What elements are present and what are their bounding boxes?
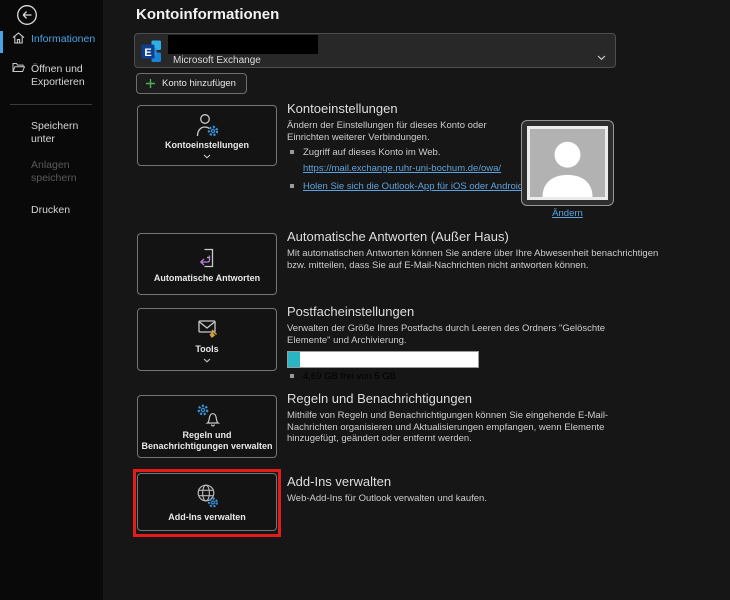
add-account-label: Konto hinzufügen <box>162 78 236 89</box>
storage-used-fill <box>288 352 300 367</box>
tile-label: Automatische Antworten <box>154 273 260 284</box>
page-title: Kontoinformationen <box>136 6 279 23</box>
profile-photo <box>521 120 614 206</box>
kontoeinstellungen-description: Kontoeinstellungen Ändern der Einstellun… <box>287 101 527 192</box>
regeln-description: Regeln und Benachrichtigungen Mithilfe v… <box>287 391 639 445</box>
sidebar-item-label: Anlagen speichern <box>31 159 93 184</box>
backstage-sidebar: Informationen Öffnen und Exportieren Spe… <box>0 0 103 600</box>
chevron-down-icon <box>597 48 606 66</box>
red-highlight-box: Add-Ins verwalten <box>133 469 281 537</box>
section-heading: Kontoeinstellungen <box>287 101 527 117</box>
sidebar-divider <box>10 104 92 105</box>
section-body: Web-Add-Ins für Outlook verwalten und ka… <box>287 493 639 505</box>
tile-label: Regeln und Benachrichtigungen verwalten <box>141 430 272 452</box>
change-photo-link[interactable]: Ändern <box>521 208 614 219</box>
tile-label: Tools <box>195 344 218 355</box>
gear-bell-icon <box>193 402 221 428</box>
storage-free-label: 4,69 GB frei von 5 GB <box>303 371 396 382</box>
section-heading: Postfacheinstellungen <box>287 304 639 320</box>
sidebar-item-informationen[interactable]: Informationen <box>0 33 93 48</box>
bullet-text: Zugriff auf dieses Konto im Web. <box>303 147 440 158</box>
svg-text:E: E <box>144 47 151 59</box>
owa-link[interactable]: https://mail.exchange.ruhr-uni-bochum.de… <box>303 163 527 174</box>
section-body: Mithilfe von Regeln und Benachrichtigung… <box>287 410 639 445</box>
sidebar-item-drucken[interactable]: Drucken <box>0 204 93 217</box>
sidebar-item-anlagen-speichern: Anlagen speichern <box>0 159 93 184</box>
home-icon <box>12 32 25 48</box>
add-ins-verwalten-button[interactable]: Add-Ins verwalten <box>137 473 277 531</box>
tools-button[interactable]: Tools <box>137 308 277 371</box>
section-heading: Automatische Antworten (Außer Haus) <box>287 229 675 245</box>
section-body: Ändern der Einstellungen für dieses Kont… <box>287 120 527 143</box>
section-body: Verwalten der Größe Ihres Postfachs durc… <box>287 323 639 346</box>
globe-gear-icon <box>192 482 222 510</box>
account-provider-label: Microsoft Exchange <box>173 55 261 66</box>
regeln-benachrichtigungen-button[interactable]: Regeln und Benachrichtigungen verwalten <box>137 395 277 458</box>
section-heading: Regeln und Benachrichtigungen <box>287 391 639 407</box>
postfacheinstellungen-description: Postfacheinstellungen Verwalten der Größ… <box>287 304 639 346</box>
account-dropdown[interactable]: E Microsoft Exchange <box>134 33 616 68</box>
sidebar-item-label: Speichern unter <box>31 120 93 145</box>
sidebar-item-label: Drucken <box>31 204 93 217</box>
folder-icon <box>12 62 25 77</box>
active-indicator <box>0 31 3 53</box>
auto-reply-icon <box>194 245 220 271</box>
automatische-antworten-button[interactable]: Automatische Antworten <box>137 233 277 295</box>
sidebar-item-oeffnen-und-exportieren[interactable]: Öffnen und Exportieren <box>0 63 93 88</box>
redacted-email <box>168 35 318 54</box>
storage-note: 4,69 GB frei von 5 GB <box>287 371 396 382</box>
tile-label: Add-Ins verwalten <box>168 512 246 523</box>
chevron-down-icon <box>203 154 211 159</box>
sidebar-item-label: Informationen <box>31 33 93 46</box>
kontoeinstellungen-button[interactable]: Kontoeinstellungen <box>137 105 277 166</box>
exchange-icon: E <box>140 39 165 69</box>
sidebar-item-speichern-unter[interactable]: Speichern unter <box>0 120 93 145</box>
add-account-button[interactable]: Konto hinzufügen <box>136 73 247 94</box>
tile-label: Kontoeinstellungen <box>165 140 249 151</box>
bullet-icon <box>290 150 294 154</box>
list-item: Zugriff auf dieses Konto im Web. <box>287 147 527 158</box>
add-ins-description: Add-Ins verwalten Web-Add-Ins für Outloo… <box>287 474 639 505</box>
chevron-down-icon <box>203 358 211 363</box>
account-information-panel: Kontoinformationen E Microsoft Exchange … <box>103 0 730 600</box>
list-item: Holen Sie sich die Outlook-App für iOS o… <box>287 181 527 192</box>
section-heading: Add-Ins verwalten <box>287 474 639 490</box>
back-button[interactable] <box>16 4 38 26</box>
mailbox-storage-bar <box>287 351 479 368</box>
person-silhouette-icon <box>530 129 605 197</box>
bullet-icon <box>290 374 294 378</box>
sidebar-item-label: Öffnen und Exportieren <box>31 63 93 88</box>
mailbox-cleanup-icon <box>194 317 221 342</box>
back-arrow-icon <box>16 4 38 26</box>
automatische-antworten-description: Automatische Antworten (Außer Haus) Mit … <box>287 229 675 271</box>
outlook-app-link[interactable]: Holen Sie sich die Outlook-App für iOS o… <box>303 181 526 192</box>
bullet-icon <box>290 184 294 188</box>
person-gear-icon <box>193 112 221 138</box>
section-body: Mit automatischen Antworten können Sie a… <box>287 248 675 271</box>
plus-icon <box>145 78 156 89</box>
